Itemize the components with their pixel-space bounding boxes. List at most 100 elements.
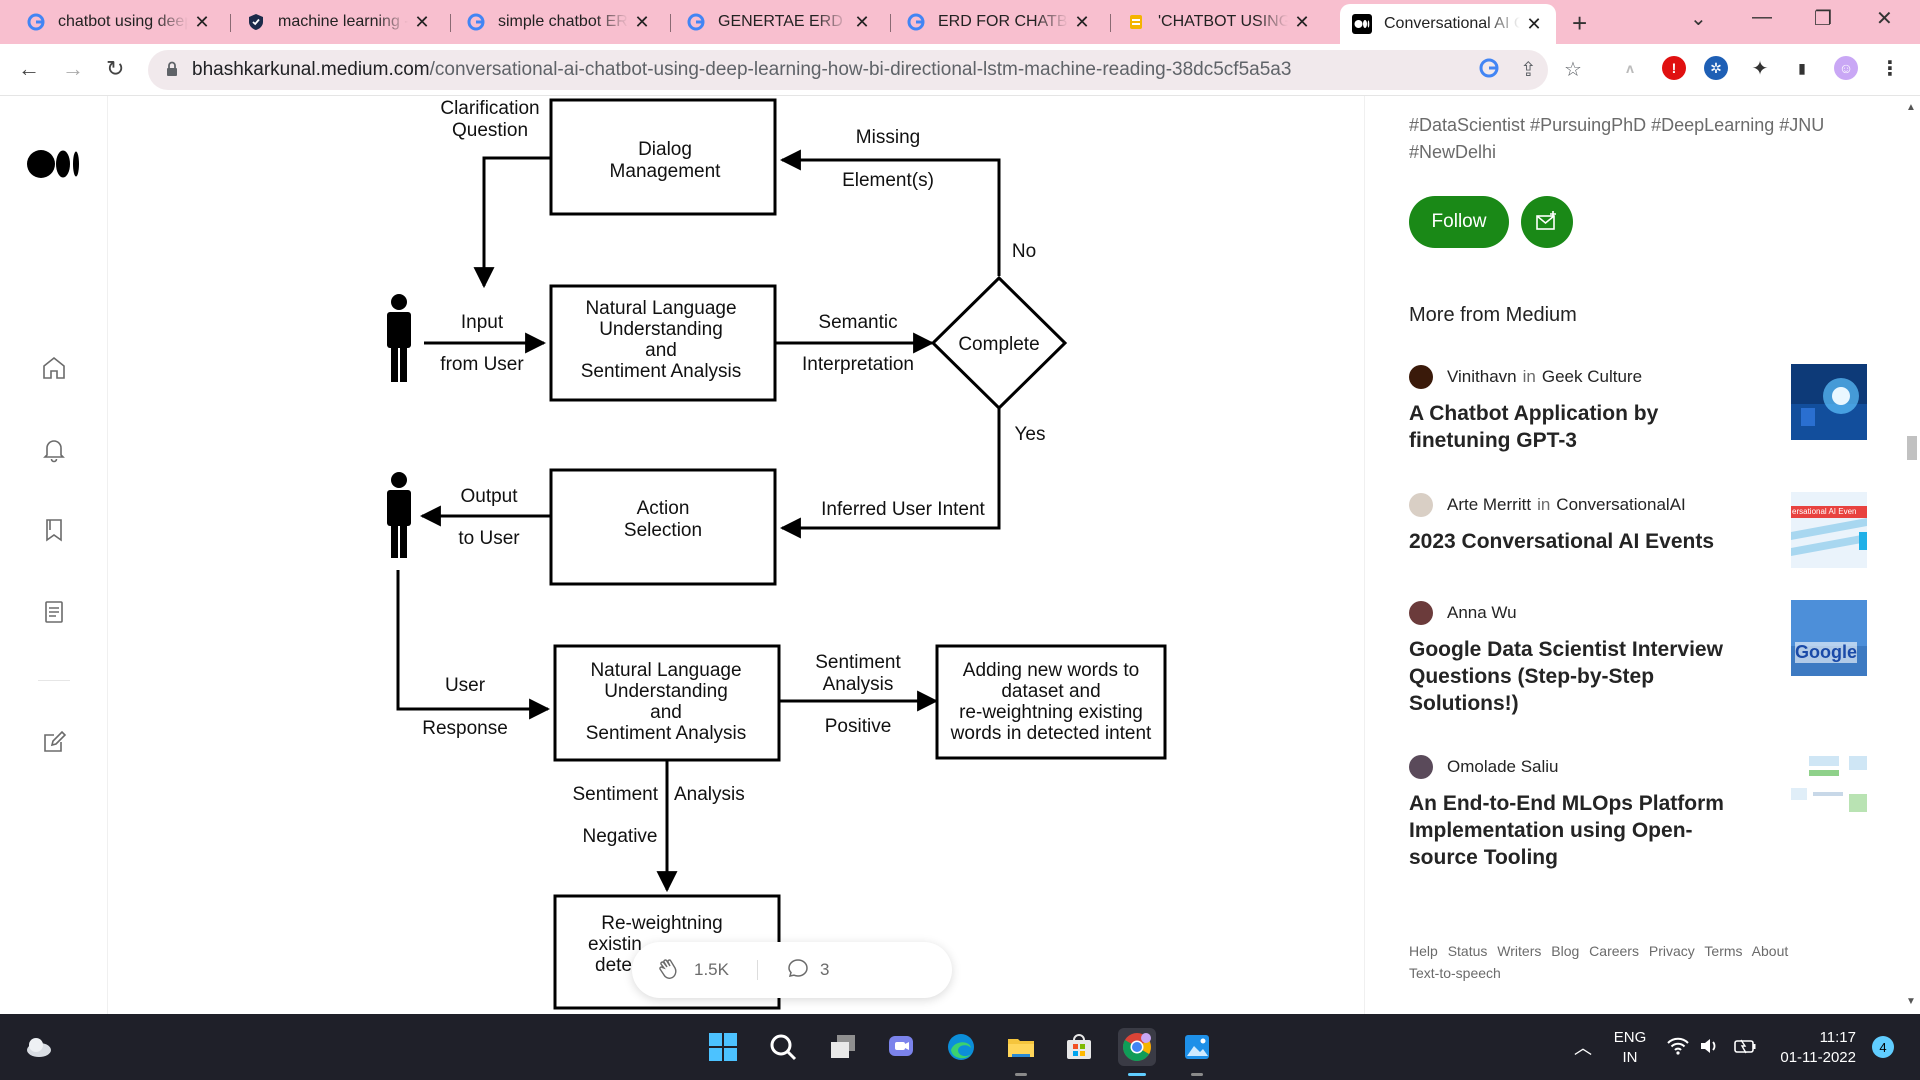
lock-icon[interactable] — [166, 61, 178, 80]
weather-icon[interactable] — [20, 1028, 58, 1066]
browser-tab[interactable]: 'CHATBOT USING DEEP LEARNING' ✕ — [1114, 6, 1324, 38]
footer-link[interactable]: Writers — [1497, 943, 1541, 959]
new-tab-button[interactable]: + — [1572, 8, 1587, 39]
file-explorer-icon[interactable] — [1002, 1028, 1040, 1076]
story-thumbnail[interactable]: Google — [1791, 600, 1867, 676]
story-title[interactable]: A Chatbot Application by finetuning GPT-… — [1409, 400, 1739, 454]
profile-avatar[interactable]: ☺ — [1834, 56, 1858, 80]
close-window-icon[interactable]: ✕ — [1876, 6, 1893, 31]
avatar[interactable] — [1409, 365, 1433, 389]
footer-link[interactable]: Text-to-speech — [1409, 965, 1501, 981]
story-publication[interactable]: ConversationalAI — [1556, 495, 1685, 515]
google-icon — [906, 12, 926, 32]
volume-icon[interactable] — [1698, 1036, 1722, 1062]
recommended-story[interactable]: Omolade Saliu An End-to-End MLOps Platfo… — [1409, 752, 1869, 871]
home-icon[interactable] — [38, 352, 70, 384]
avatar[interactable] — [1409, 601, 1433, 625]
close-tab-icon[interactable]: ✕ — [412, 12, 432, 33]
close-tab-icon[interactable]: ✕ — [852, 12, 872, 33]
footer-link[interactable]: Terms — [1704, 943, 1742, 959]
story-thumbnail[interactable]: ersational AI Even — [1791, 492, 1867, 568]
write-icon[interactable] — [38, 726, 70, 758]
show-hidden-icons[interactable]: ︿ — [1574, 1038, 1592, 1058]
footer-link[interactable]: Privacy — [1649, 943, 1695, 959]
extensions-puzzle-icon[interactable]: ✦ — [1748, 56, 1772, 80]
microsoft-store-icon[interactable] — [1060, 1028, 1098, 1066]
action-selection-label: Selection — [624, 520, 702, 541]
subscribe-button[interactable] — [1521, 196, 1573, 248]
story-author[interactable]: Arte Merritt — [1447, 495, 1531, 515]
footer-link[interactable]: Careers — [1589, 943, 1639, 959]
responses-icon[interactable] — [786, 956, 810, 985]
recommended-story[interactable]: Anna Wu Google Data Scientist Interview … — [1409, 600, 1869, 717]
scroll-up-icon[interactable]: ▲ — [1906, 102, 1916, 113]
story-author[interactable]: Vinithavn — [1447, 367, 1517, 387]
follow-button[interactable]: Follow — [1409, 196, 1509, 248]
menu-icon[interactable]: ⋮ — [1878, 56, 1902, 80]
search-icon[interactable] — [764, 1028, 802, 1066]
story-title[interactable]: An End-to-End MLOps Platform Implementat… — [1409, 790, 1739, 871]
story-thumbnail[interactable] — [1791, 364, 1867, 440]
minimize-icon[interactable]: — — [1752, 6, 1772, 29]
address-bar[interactable]: bhashkarkunal.medium.com/conversational-… — [148, 50, 1548, 90]
footer-link[interactable]: Status — [1448, 943, 1488, 959]
browser-tab[interactable]: ERD FOR CHATBOT - Google Search ✕ — [894, 6, 1104, 38]
extension-cog-icon[interactable]: ✲ — [1704, 56, 1728, 80]
extension-a-icon[interactable]: ʌ — [1618, 56, 1642, 80]
close-tab-icon[interactable]: ✕ — [632, 12, 652, 33]
bookmarks-icon[interactable] — [38, 514, 70, 546]
share-icon[interactable]: ⇪ — [1520, 57, 1537, 82]
photos-icon[interactable] — [1178, 1028, 1216, 1076]
close-tab-icon[interactable]: ✕ — [1072, 12, 1092, 33]
google-lens-icon[interactable] — [1478, 57, 1500, 85]
story-publication[interactable]: Geek Culture — [1542, 367, 1642, 387]
yes-label: Yes — [1015, 424, 1046, 445]
browser-tab[interactable]: chatbot using deep learning - Google Sea… — [14, 6, 224, 38]
stories-icon[interactable] — [38, 596, 70, 628]
browser-toolbar: ← → ↻ bhashkarkunal.medium.com/conversat… — [0, 44, 1920, 96]
notifications-bell-icon[interactable] — [38, 434, 70, 466]
story-thumbnail[interactable] — [1791, 752, 1867, 828]
browser-tab-active[interactable]: Conversational AI Chatbot ✕ — [1340, 4, 1556, 44]
language-indicator[interactable]: ENG IN — [1608, 1028, 1652, 1068]
restore-icon[interactable]: ❐ — [1814, 6, 1832, 31]
tab-search-icon[interactable]: ⌄ — [1690, 6, 1707, 31]
footer-link[interactable]: Help — [1409, 943, 1438, 959]
side-panel-icon[interactable]: ▮ — [1790, 56, 1814, 80]
story-title[interactable]: 2023 Conversational AI Events — [1409, 528, 1739, 555]
bookmark-star-icon[interactable]: ☆ — [1564, 57, 1582, 82]
story-author[interactable]: Omolade Saliu — [1447, 757, 1559, 777]
scrollbar-thumb[interactable] — [1907, 436, 1917, 460]
avatar[interactable] — [1409, 755, 1433, 779]
back-icon[interactable]: ← — [18, 56, 40, 82]
scroll-down-icon[interactable]: ▼ — [1906, 996, 1916, 1007]
edge-icon[interactable] — [942, 1028, 980, 1066]
chrome-icon[interactable] — [1118, 1028, 1156, 1076]
avatar[interactable] — [1409, 493, 1433, 517]
footer-link[interactable]: About — [1752, 943, 1789, 959]
page-scrollbar[interactable]: ▲ ▼ — [1904, 96, 1920, 1014]
windows-start-icon[interactable] — [704, 1028, 742, 1066]
forward-icon[interactable]: → — [62, 56, 84, 82]
notification-badge[interactable]: 4 — [1872, 1036, 1894, 1058]
footer-link[interactable]: Blog — [1551, 943, 1579, 959]
clock[interactable]: 11:17 01-11-2022 — [1776, 1028, 1856, 1068]
clap-icon[interactable] — [656, 954, 684, 987]
browser-tab[interactable]: simple chatbot ERD - Google Search ✕ — [454, 6, 664, 38]
recommended-story[interactable]: Vinithavn in Geek Culture A Chatbot Appl… — [1409, 364, 1869, 454]
close-tab-icon[interactable]: ✕ — [1292, 12, 1312, 33]
recommended-story[interactable]: Arte Merritt in ConversationalAI 2023 Co… — [1409, 492, 1869, 568]
medium-logo[interactable] — [26, 148, 82, 185]
close-tab-icon[interactable]: ✕ — [1524, 14, 1544, 35]
browser-tab[interactable]: GENERTAE ERD DIAGRAM - Google ✕ — [674, 6, 884, 38]
story-title[interactable]: Google Data Scientist Interview Question… — [1409, 636, 1739, 717]
teams-chat-icon[interactable] — [882, 1028, 920, 1066]
browser-tab[interactable]: machine learning - Is it possible ✕ — [234, 6, 444, 38]
wifi-icon[interactable] — [1666, 1036, 1690, 1062]
battery-icon[interactable] — [1732, 1036, 1758, 1062]
task-view-icon[interactable] — [824, 1028, 862, 1066]
close-tab-icon[interactable]: ✕ — [192, 12, 212, 33]
adblock-icon[interactable]: ! — [1662, 56, 1686, 80]
story-author[interactable]: Anna Wu — [1447, 603, 1517, 623]
reload-icon[interactable]: ↻ — [106, 56, 124, 82]
